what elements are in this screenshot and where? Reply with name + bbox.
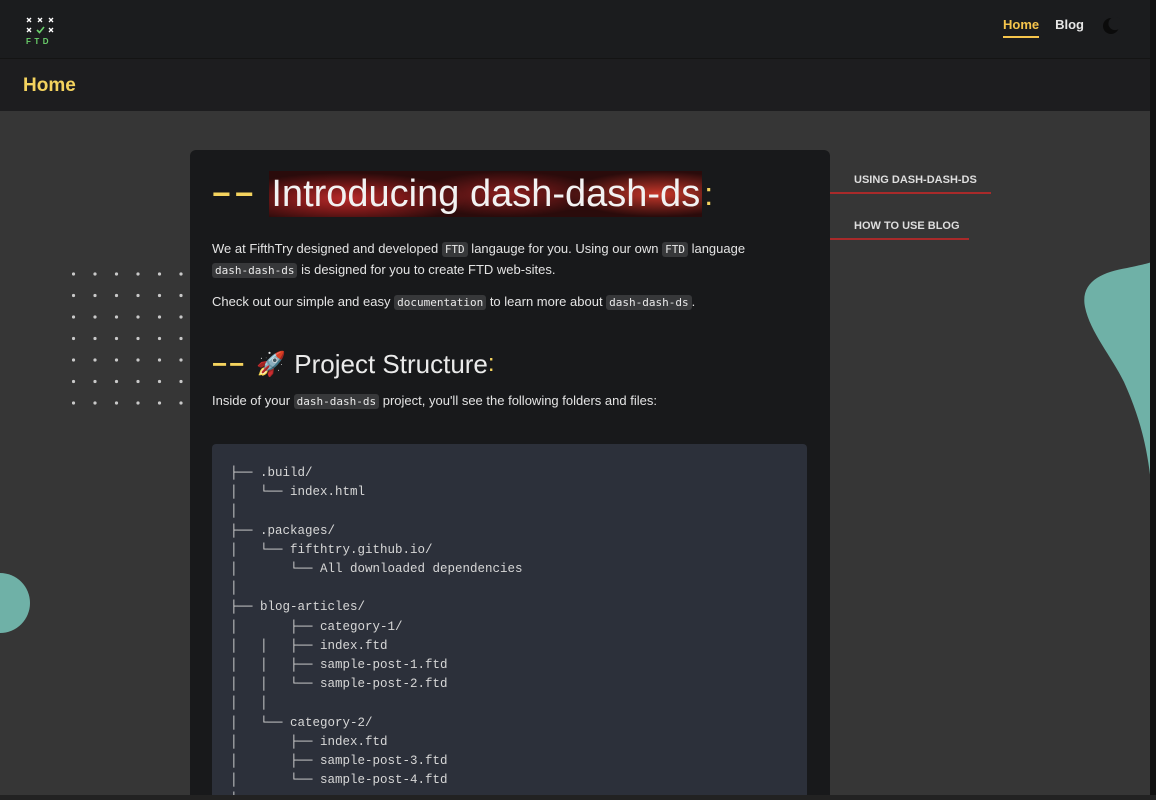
decorative-dot: [93, 336, 97, 341]
project-tree-code-block: ├── .build/ │ └── index.html │ ├── .pack…: [212, 444, 807, 800]
decorative-dot: [72, 358, 76, 362]
decorative-dot: [179, 315, 183, 319]
decorative-dot: [114, 379, 119, 384]
rocket-icon: 🚀: [256, 350, 287, 378]
decorative-dot: [114, 293, 119, 298]
decorative-dot: [114, 401, 119, 405]
decorative-dot: [179, 293, 183, 298]
docs-paragraph: Check out our simple and easy documentat…: [212, 294, 696, 310]
page-bottom-edge: [0, 795, 1156, 800]
article-heading: −− Introducing dash-dash-ds :: [212, 170, 713, 218]
decorative-dot: [179, 379, 183, 384]
decorative-dot: [157, 336, 162, 341]
page-title: Home: [23, 75, 76, 96]
main-nav: Home Blog: [1002, 17, 1084, 38]
article-card: −− Introducing dash-dash-ds : We at Fift…: [190, 150, 830, 800]
decorative-dot: [72, 401, 76, 405]
decorative-dot: [72, 336, 76, 341]
page-header: Home: [0, 59, 1150, 111]
decorative-dot: [179, 401, 183, 405]
toc-item-using-dash-dash-ds[interactable]: USING DASH-DASH-DS: [830, 172, 991, 194]
section-title: Project Structure: [294, 348, 488, 379]
ftd-logo[interactable]: FTD: [26, 17, 54, 45]
decorative-dot: [157, 293, 162, 298]
decorative-dot: [93, 293, 97, 298]
decorative-dot: [136, 401, 140, 405]
teal-blob-left-decoration: [0, 573, 30, 633]
inline-code: FTD: [441, 242, 468, 257]
nav-home-link[interactable]: Home: [1002, 17, 1040, 38]
decorative-dot: [93, 358, 97, 362]
article-title: Introducing dash-dash-ds: [271, 171, 701, 217]
inline-code: FTD: [662, 242, 688, 257]
decorative-dot: [179, 272, 183, 276]
scrollbar-track[interactable]: [1150, 0, 1156, 800]
decorative-dot: [93, 315, 97, 319]
decorative-dot: [93, 401, 97, 405]
decorative-dot: [179, 336, 183, 341]
documentation-link[interactable]: documentation: [394, 295, 487, 310]
decorative-dot: [157, 315, 162, 319]
heading-colon: :: [487, 350, 495, 377]
section-heading: −− 🚀 Project Structure :: [212, 347, 495, 381]
decorative-dot: [72, 272, 76, 276]
inline-code: dash-dash-ds: [293, 394, 380, 409]
decorative-dot: [114, 336, 119, 341]
heading-colon: :: [704, 175, 714, 212]
decorative-dot: [136, 379, 140, 384]
decorative-dot: [72, 293, 76, 298]
decorative-dot: [136, 336, 140, 341]
decorative-dot: [136, 293, 140, 298]
decorative-dot: [179, 358, 183, 362]
top-navbar: FTD Home Blog: [0, 0, 1150, 59]
decorative-dot: [114, 272, 119, 276]
heading-dash-decoration: −−: [212, 348, 247, 379]
decorative-dot: [72, 315, 76, 319]
dot-pattern-decoration: [72, 272, 183, 405]
decorative-dot: [157, 358, 162, 362]
decorative-dot: [93, 272, 97, 276]
intro-paragraph: We at FifthTry designed and developed FT…: [212, 241, 746, 278]
decorative-dot: [136, 272, 140, 276]
structure-paragraph: Inside of your dash-dash-ds project, you…: [212, 393, 657, 409]
decorative-dot: [157, 272, 162, 276]
moon-icon[interactable]: [1102, 17, 1120, 35]
decorative-dot: [157, 379, 162, 384]
teal-blob-right-decoration: [1084, 262, 1152, 492]
project-tree: ├── .build/ │ └── index.html │ ├── .pack…: [230, 466, 523, 800]
inline-code: dash-dash-ds: [212, 263, 298, 278]
nav-blog-link[interactable]: Blog: [1055, 17, 1084, 38]
heading-dash-decoration: −−: [212, 175, 258, 212]
toc-item-how-to-use-blog[interactable]: HOW TO USE BLOG: [830, 218, 969, 240]
inline-code: dash-dash-ds: [606, 295, 692, 310]
decorative-dot: [136, 358, 140, 362]
table-of-contents: USING DASH-DASH-DS HOW TO USE BLOG: [830, 172, 1000, 264]
decorative-dot: [93, 379, 97, 384]
decorative-dot: [114, 315, 119, 319]
decorative-dot: [114, 358, 119, 362]
decorative-dot: [136, 315, 140, 319]
decorative-dot: [157, 401, 162, 405]
svg-text:FTD: FTD: [26, 37, 52, 45]
decorative-dot: [72, 379, 76, 384]
